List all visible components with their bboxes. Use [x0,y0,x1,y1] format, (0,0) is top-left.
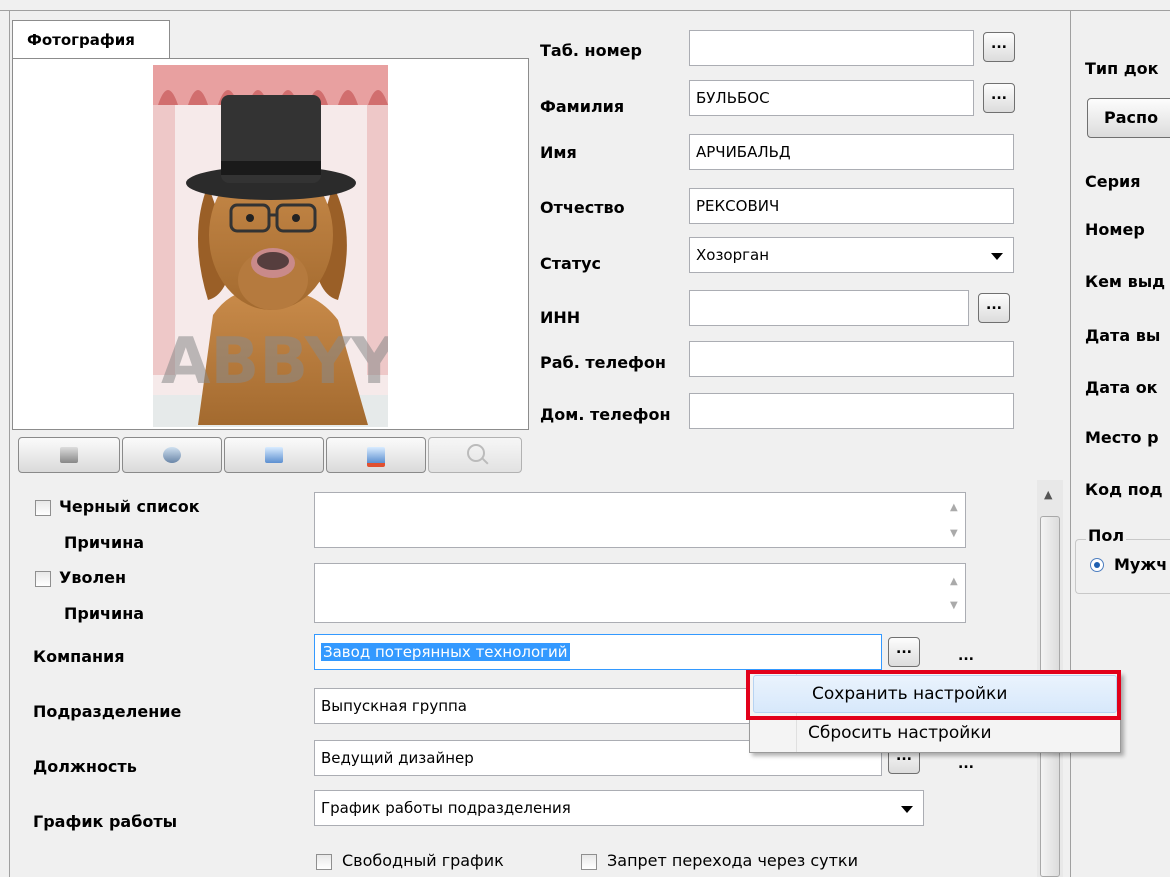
magnifier-handle [481,457,489,465]
issue-date-label: Дата вы [1085,326,1161,345]
gender-group-label: Пол [1086,526,1127,545]
fired-reason-field[interactable] [314,563,966,623]
last-name-label: Фамилия [540,97,625,116]
no-overnight-checkbox[interactable] [581,854,597,870]
doc-type-label: Тип док [1085,59,1159,78]
company-extra-ellipsis[interactable]: ... [958,648,974,664]
svg-text:ABBYY: ABBYY [161,325,388,399]
employee-photo: ABBYY [153,65,388,427]
edit-icon [265,447,283,463]
radio-dot [1094,562,1100,568]
scroll-down-icon: ▼ [950,528,958,539]
delete-icon [367,447,385,467]
inn-label: ИНН [540,308,581,327]
blacklist-checkbox[interactable] [35,500,51,516]
gender-male-radio[interactable] [1090,558,1104,572]
home-phone-field[interactable] [689,393,1014,429]
chevron-down-icon [991,253,1003,260]
camera-icon [60,447,78,463]
last-name-browse-button[interactable]: ... [983,83,1015,113]
schedule-value: График работы подразделения [321,799,571,817]
number-label: Номер [1085,220,1145,239]
gender-male-label: Мужч [1114,555,1168,574]
tab-number-browse-button[interactable]: ... [983,32,1015,62]
menu-item-reset-label: Сбросить настройки [808,723,992,743]
work-phone-field[interactable] [689,341,1014,377]
doc-type-button-label: Распо [1104,108,1159,127]
position-extra-ellipsis[interactable]: ... [958,756,974,772]
company-browse-button[interactable]: ... [888,637,920,667]
chevron-down-icon-2 [901,806,913,813]
zoom-photo-button[interactable] [428,437,522,473]
camera-button[interactable] [18,437,120,473]
patronymic-label: Отчество [540,198,625,217]
inn-browse-button[interactable]: ... [978,293,1010,323]
schedule-label: График работы [33,812,178,831]
free-schedule-label: Свободный график [342,851,504,870]
inn-field[interactable] [689,290,969,326]
blacklist-reason-label: Причина [64,533,145,552]
series-label: Серия [1085,172,1141,191]
scroll-up-icon: ▲ [950,502,958,513]
fired-reason-label: Причина [64,604,145,623]
status-value: Хозорган [696,246,770,264]
highlight-box [746,670,1121,720]
dept-code-label: Код под [1085,480,1163,499]
edit-photo-button[interactable] [224,437,324,473]
menu-item-reset-settings[interactable]: Сбросить настройки [750,715,1120,753]
tab-photo-label: Фотография [27,31,135,49]
issued-by-label: Кем выд [1085,272,1166,291]
position-label: Должность [33,757,137,776]
patronymic-field[interactable]: РЕКСОВИЧ [689,188,1014,224]
tab-photo[interactable]: Фотография [12,20,170,60]
blacklist-reason-field[interactable] [314,492,966,548]
fired-checkbox[interactable] [35,571,51,587]
status-label: Статус [540,254,601,273]
first-name-field[interactable]: АРЧИБАЛЬД [689,134,1014,170]
last-name-field[interactable]: БУЛЬБОС [689,80,974,116]
free-schedule-checkbox[interactable] [316,854,332,870]
status-select[interactable]: Хозорган [689,237,1014,273]
department-label: Подразделение [33,702,182,721]
company-value: Завод потерянных технологий [321,643,570,661]
company-field[interactable]: Завод потерянных технологий [314,634,882,670]
doc-type-button[interactable]: Распо [1087,98,1170,138]
webcam-icon [163,447,181,463]
scroll-down-icon-2: ▼ [950,600,958,611]
company-label: Компания [33,647,125,666]
first-name-label: Имя [540,143,577,162]
schedule-select[interactable]: График работы подразделения [314,790,924,826]
scroll-up-icon-2: ▲ [950,576,958,587]
expiry-date-label: Дата ок [1085,378,1158,397]
tab-number-field[interactable] [689,30,974,66]
home-phone-label: Дом. телефон [540,405,671,424]
tab-number-label: Таб. номер [540,41,642,60]
delete-photo-button[interactable] [326,437,426,473]
left-panel-border [9,10,10,877]
blacklist-label: Черный список [59,497,200,516]
work-phone-label: Раб. телефон [540,353,666,372]
no-overnight-label: Запрет перехода через сутки [607,851,858,870]
scrollbar-up-arrow[interactable]: ▲ [1044,488,1052,501]
birth-place-label: Место р [1085,428,1159,447]
top-border [0,10,1170,11]
webcam-button[interactable] [122,437,222,473]
fired-label: Уволен [59,568,127,587]
